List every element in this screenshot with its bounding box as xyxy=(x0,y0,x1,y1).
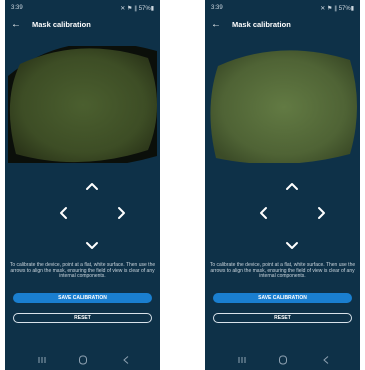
system-nav-bar xyxy=(205,354,360,366)
move-left-button[interactable] xyxy=(56,205,72,221)
chevron-down-icon xyxy=(286,242,298,249)
app-bar: ← Mask calibration xyxy=(5,19,160,33)
page-title: Mask calibration xyxy=(232,20,291,29)
back-arrow-icon[interactable]: ← xyxy=(11,19,23,31)
instructions-text: To calibrate the device, point at a flat… xyxy=(209,262,356,280)
chevron-up-icon xyxy=(286,183,298,190)
chevron-down-icon xyxy=(86,242,98,249)
move-down-button[interactable] xyxy=(84,238,100,254)
move-right-button[interactable] xyxy=(113,205,129,221)
move-up-button[interactable] xyxy=(284,178,300,194)
status-icons: ✕ ⚑ ∥ 57%▮ xyxy=(120,6,154,12)
back-arrow-icon[interactable]: ← xyxy=(211,19,223,31)
camera-preview xyxy=(210,50,357,163)
camera-preview xyxy=(8,46,157,163)
home-icon[interactable] xyxy=(275,354,291,366)
status-bar: 3:39 ✕ ⚑ ∥ 57%▮ xyxy=(11,5,154,13)
system-nav-bar xyxy=(5,354,160,366)
chevron-right-icon xyxy=(318,207,325,219)
phone-screen-right: 3:39 ✕ ⚑ ∥ 57%▮ ← Mask calibration To ca… xyxy=(205,0,360,370)
back-icon[interactable] xyxy=(318,354,334,366)
status-time: 3:39 xyxy=(11,5,23,11)
move-up-button[interactable] xyxy=(84,178,100,194)
phone-screen-left: 3:39 ✕ ⚑ ∥ 57%▮ ← Mask calibration To ca… xyxy=(5,0,160,370)
instructions-text: To calibrate the device, point at a flat… xyxy=(9,262,156,280)
app-bar: ← Mask calibration xyxy=(205,19,360,33)
save-calibration-button[interactable]: SAVE CALIBRATION xyxy=(13,293,152,303)
status-icons: ✕ ⚑ ∥ 57%▮ xyxy=(320,6,354,12)
move-left-button[interactable] xyxy=(256,205,272,221)
move-right-button[interactable] xyxy=(313,205,329,221)
chevron-left-icon xyxy=(260,207,267,219)
chevron-up-icon xyxy=(86,183,98,190)
page-title: Mask calibration xyxy=(32,20,91,29)
reset-button[interactable]: RESET xyxy=(213,313,352,323)
reset-button[interactable]: RESET xyxy=(13,313,152,323)
home-icon[interactable] xyxy=(75,354,91,366)
recents-icon[interactable] xyxy=(34,354,50,366)
back-icon[interactable] xyxy=(118,354,134,366)
save-calibration-button[interactable]: SAVE CALIBRATION xyxy=(213,293,352,303)
status-bar: 3:39 ✕ ⚑ ∥ 57%▮ xyxy=(211,5,354,13)
status-time: 3:39 xyxy=(211,5,223,11)
chevron-left-icon xyxy=(60,207,67,219)
chevron-right-icon xyxy=(118,207,125,219)
recents-icon[interactable] xyxy=(234,354,250,366)
move-down-button[interactable] xyxy=(284,238,300,254)
